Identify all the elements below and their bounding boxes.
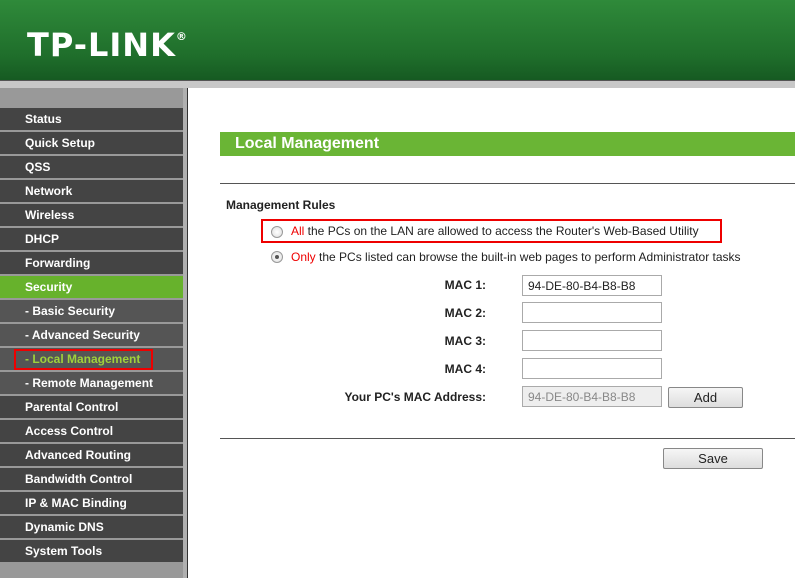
option-all-highlight: All bbox=[291, 224, 305, 238]
sidebar-item-advanced-security[interactable]: - Advanced Security bbox=[0, 324, 183, 346]
sidebar-item-system-tools[interactable]: System Tools bbox=[0, 540, 183, 562]
mac2-input[interactable] bbox=[522, 302, 662, 323]
page-title: Local Management bbox=[220, 132, 795, 156]
mac1-label: MAC 1: bbox=[444, 278, 486, 292]
sidebar-item-quick-setup[interactable]: Quick Setup bbox=[0, 132, 183, 154]
sidebar-item-dynamic-dns[interactable]: Dynamic DNS bbox=[0, 516, 183, 538]
your-mac-label: Your PC's MAC Address: bbox=[344, 390, 486, 404]
sidebar-item-remote-management[interactable]: - Remote Management bbox=[0, 372, 183, 394]
radio-only-listed-pcs[interactable] bbox=[271, 251, 283, 263]
mac3-input[interactable] bbox=[522, 330, 662, 351]
mac1-input[interactable] bbox=[522, 275, 662, 296]
option-only-highlight: Only bbox=[291, 250, 316, 264]
option-all-text: the PCs on the LAN are allowed to access… bbox=[304, 224, 699, 238]
sidebar-item-status[interactable]: Status bbox=[0, 108, 183, 130]
your-mac-input bbox=[522, 386, 662, 407]
sidebar-item-qss[interactable]: QSS bbox=[0, 156, 183, 178]
sidebar-menu: Status Quick Setup QSS Network Wireless DHCP F… bbox=[0, 88, 183, 578]
sidebar-item-wireless[interactable]: Wireless bbox=[0, 204, 183, 226]
add-button[interactable]: Add bbox=[668, 387, 743, 408]
option-only-label: Only the PCs listed can browse the built… bbox=[291, 250, 741, 264]
sidebar-item-basic-security[interactable]: - Basic Security bbox=[0, 300, 183, 322]
sidebar-item-access-control[interactable]: Access Control bbox=[0, 420, 183, 442]
registered-mark: ® bbox=[175, 30, 188, 43]
mac4-label: MAC 4: bbox=[444, 362, 486, 376]
sidebar-divider bbox=[183, 88, 188, 578]
mac3-label: MAC 3: bbox=[444, 334, 486, 348]
sidebar-item-advanced-routing[interactable]: Advanced Routing bbox=[0, 444, 183, 466]
header-divider bbox=[0, 80, 795, 88]
save-button[interactable]: Save bbox=[663, 448, 763, 469]
sidebar-item-forwarding[interactable]: Forwarding bbox=[0, 252, 183, 274]
sidebar-item-bandwidth-control[interactable]: Bandwidth Control bbox=[0, 468, 183, 490]
mac4-input[interactable] bbox=[522, 358, 662, 379]
divider-bottom bbox=[220, 438, 795, 439]
sidebar-item-parental-control[interactable]: Parental Control bbox=[0, 396, 183, 418]
tp-link-logo: TP-LINK® bbox=[27, 26, 188, 64]
mac2-label: MAC 2: bbox=[444, 306, 486, 320]
management-rules-label: Management Rules bbox=[226, 198, 336, 212]
sidebar-item-dhcp[interactable]: DHCP bbox=[0, 228, 183, 250]
header: TP-LINK® bbox=[0, 0, 795, 80]
sidebar-item-security[interactable]: Security bbox=[0, 276, 183, 298]
radio-all-pcs[interactable] bbox=[271, 226, 283, 238]
option-only-text: the PCs listed can browse the built-in w… bbox=[315, 250, 741, 264]
logo-text: TP-LINK bbox=[27, 26, 176, 64]
divider-top bbox=[220, 183, 795, 184]
highlight-box-local-management bbox=[14, 349, 153, 370]
sidebar-item-network[interactable]: Network bbox=[0, 180, 183, 202]
option-all-label: All the PCs on the LAN are allowed to ac… bbox=[291, 224, 699, 238]
sidebar-item-ip-mac-binding[interactable]: IP & MAC Binding bbox=[0, 492, 183, 514]
